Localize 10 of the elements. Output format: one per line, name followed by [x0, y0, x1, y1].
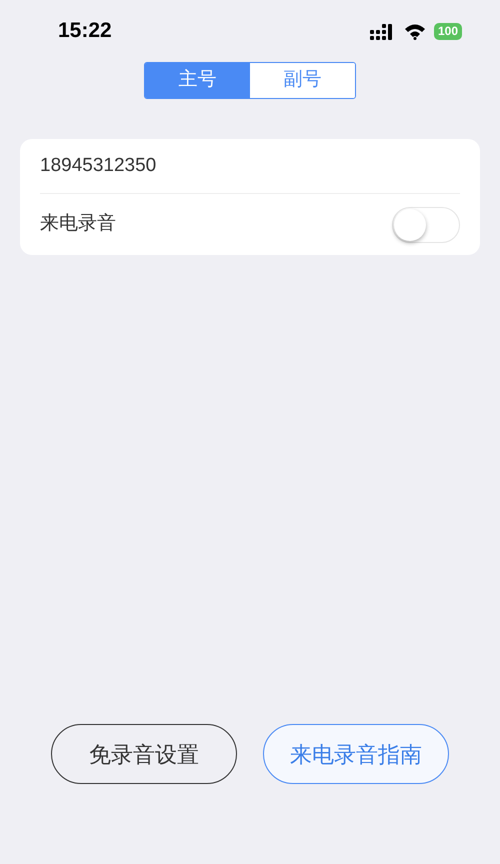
- segment-tab[interactable]: 主号: [145, 63, 250, 98]
- pill-button[interactable]: 来电录音指南: [263, 724, 449, 784]
- toggle-switch[interactable]: [392, 206, 460, 242]
- phone-number: 18945312350: [40, 154, 156, 178]
- status-time: 15:22: [58, 18, 112, 44]
- battery-icon: 100: [434, 22, 462, 40]
- wifi-icon: [404, 22, 426, 40]
- segment-tab[interactable]: 副号: [250, 63, 355, 98]
- pill-button[interactable]: 免录音设置: [51, 724, 237, 784]
- toggle-label: 来电录音: [40, 212, 116, 236]
